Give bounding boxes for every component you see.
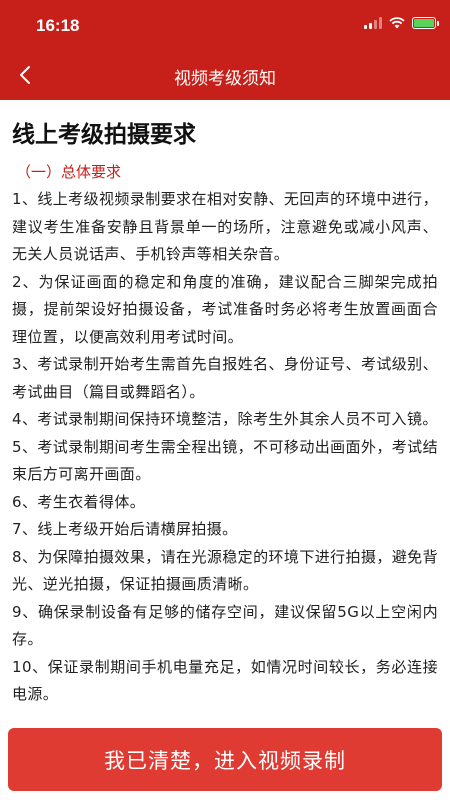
status-bar: 16:18 <box>0 0 450 50</box>
list-item: 7、线上考级开始后请横屏拍摄。 <box>12 520 238 538</box>
section-heading: （一）总体要求 <box>16 163 122 181</box>
signal-icon <box>364 17 382 29</box>
page-title: 线上考级拍摄要求 <box>12 122 196 148</box>
enter-recording-button[interactable]: 我已清楚，进入视频录制 <box>8 728 442 791</box>
instructions-content[interactable]: 线上考级拍摄要求 （一）总体要求 1、线上考级视频录制要求在相对安静、无回声的环… <box>0 100 450 725</box>
status-time: 16:18 <box>36 16 80 35</box>
list-item: 10、保证录制期间手机电量充足，如情况时间较长，务必连接电源。 <box>12 657 438 704</box>
list-item: 8、为保障拍摄效果，请在光源稳定的环境下进行拍摄，避免背光、逆光拍摄，保证拍摄画… <box>12 547 438 594</box>
list-item: 2、为保证画面的稳定和角度的准确，建议配合三脚架完成拍摄，提前架设好拍摄设备，考… <box>12 272 438 346</box>
page-title-bar: 视频考级须知 <box>174 69 276 89</box>
list-item: 1、线上考级视频录制要求在相对安静、无回声的环境中进行，建议考生准备安静且背景单… <box>12 190 438 263</box>
status-icons <box>364 17 439 29</box>
list-item: 9、确保录制设备有足够的储存空间，建议保留5G以上空闲内存。 <box>12 602 438 649</box>
list-item: 3、考试录制开始考生需首先自报姓名、身份证号、考试级别、考试曲目（篇目或舞蹈名）… <box>12 355 438 401</box>
list-item: 6、考生衣着得体。 <box>12 492 146 511</box>
list-item: 4、考试录制期间保持环境整洁，除考生外其余人员不可入镜。 <box>12 410 438 428</box>
nav-bar: 视频考级须知 <box>0 50 450 100</box>
list-item: 5、考试录制期间考生需全程出镜，不可移动出画面外，考试结束后方可离开画面。 <box>12 437 438 484</box>
wifi-icon <box>389 17 405 29</box>
battery-charging-icon <box>412 17 439 29</box>
